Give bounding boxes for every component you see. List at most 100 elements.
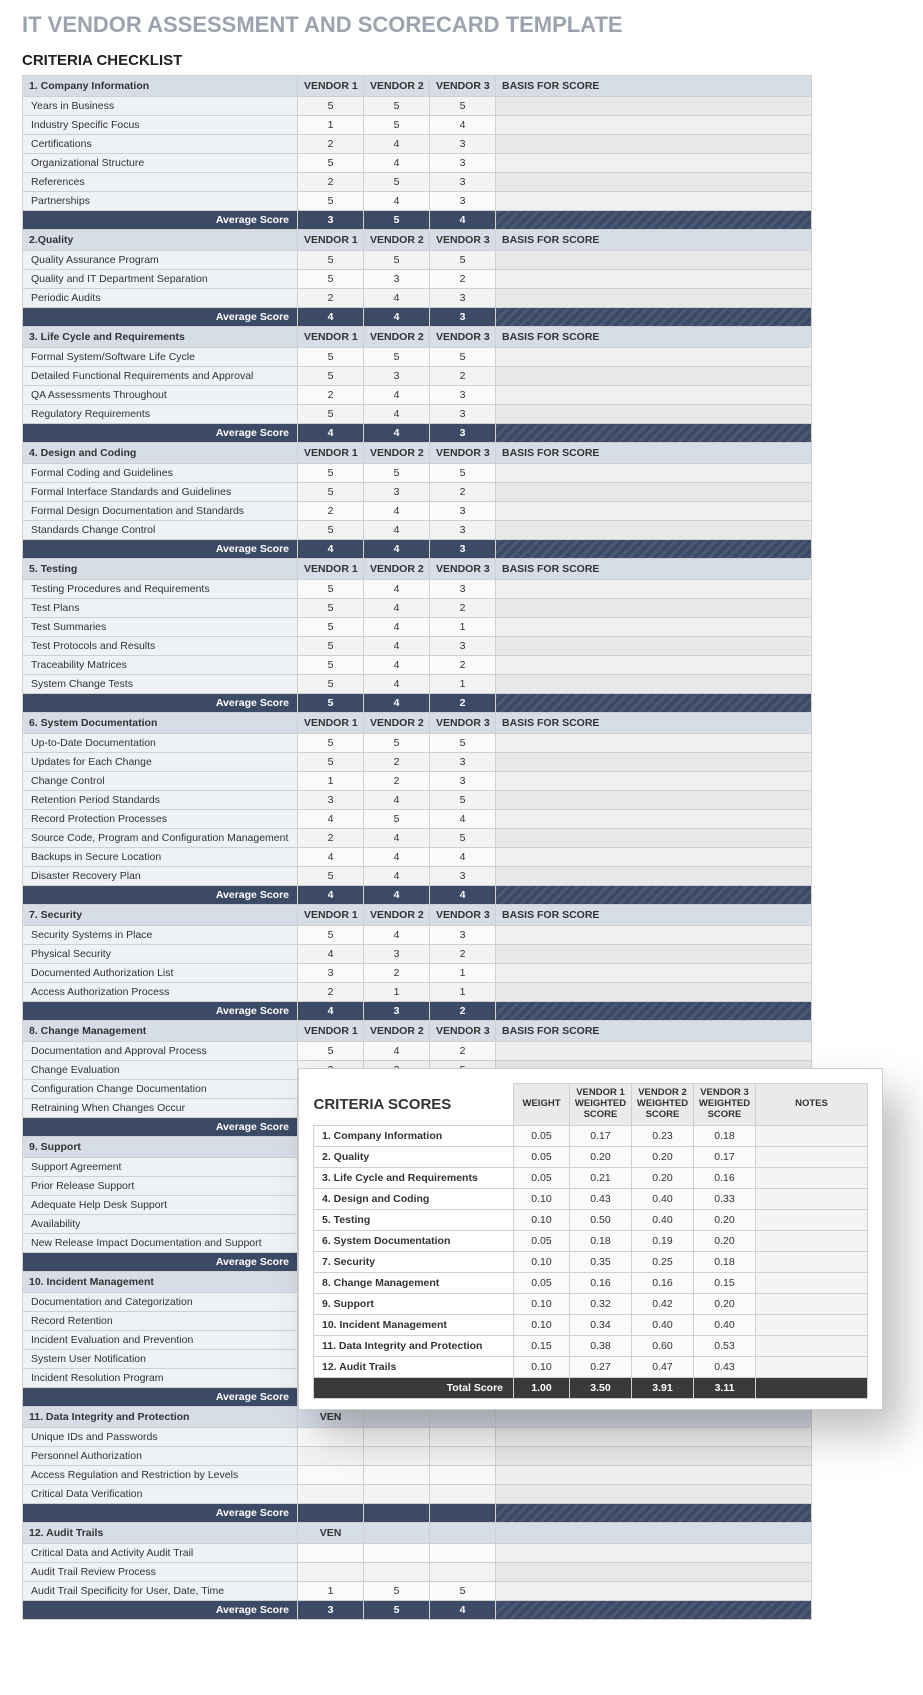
score-v3: 3 — [430, 192, 496, 211]
criteria-row: Traceability Matrices542 — [23, 656, 812, 675]
col-vendor2: VENDOR 2 — [364, 230, 430, 251]
col-vendor3: VENDOR 3 — [430, 443, 496, 464]
score-weight: 0.10 — [514, 1209, 570, 1230]
avg-v1: 4 — [298, 540, 364, 559]
score-v2: 4 — [364, 386, 430, 405]
criteria-label: Quality Assurance Program — [23, 251, 298, 270]
avg-v2: 5 — [364, 211, 430, 230]
basis-cell — [496, 753, 812, 772]
score-v2: 4 — [364, 521, 430, 540]
score-v2: 4 — [364, 502, 430, 521]
score-v2: 0.19 — [632, 1230, 694, 1251]
score-v3: 3 — [430, 173, 496, 192]
score-label: 9. Support — [314, 1293, 514, 1314]
col-weight: WEIGHT — [514, 1084, 570, 1126]
avg-v3: 2 — [430, 694, 496, 713]
avg-v3: 4 — [430, 211, 496, 230]
col-basis — [496, 1523, 812, 1544]
score-v2: 0.20 — [632, 1167, 694, 1188]
criteria-row: Partnerships543 — [23, 192, 812, 211]
score-notes — [756, 1314, 868, 1335]
section-header: 2.QualityVENDOR 1VENDOR 2VENDOR 3BASIS F… — [23, 230, 812, 251]
score-v1: 5 — [298, 405, 364, 424]
score-row: 3. Life Cycle and Requirements0.050.210.… — [314, 1167, 868, 1188]
criteria-row: Audit Trail Specificity for User, Date, … — [23, 1582, 812, 1601]
criteria-row: Test Summaries541 — [23, 618, 812, 637]
avg-v1: 4 — [298, 1002, 364, 1021]
avg-v1: 5 — [298, 694, 364, 713]
basis-cell — [496, 483, 812, 502]
total-weight: 1.00 — [514, 1377, 570, 1398]
col-vendor2: VENDOR 2 — [364, 713, 430, 734]
score-notes — [756, 1125, 868, 1146]
criteria-row: Certifications243 — [23, 135, 812, 154]
criteria-row: Source Code, Program and Configuration M… — [23, 829, 812, 848]
criteria-label: Change Evaluation — [23, 1061, 298, 1080]
avg-basis — [496, 886, 812, 905]
score-v2: 0.25 — [632, 1251, 694, 1272]
score-v2: 4 — [364, 135, 430, 154]
score-label: 5. Testing — [314, 1209, 514, 1230]
score-v2: 5 — [364, 810, 430, 829]
score-v2: 5 — [364, 116, 430, 135]
score-v3: 5 — [430, 464, 496, 483]
avg-label: Average Score — [23, 886, 298, 905]
criteria-label: Critical Data and Activity Audit Trail — [23, 1544, 298, 1563]
score-v1: 5 — [298, 580, 364, 599]
basis-cell — [496, 791, 812, 810]
criteria-label: Audit Trail Specificity for User, Date, … — [23, 1582, 298, 1601]
total-row: Total Score1.003.503.913.11 — [314, 1377, 868, 1398]
avg-label: Average Score — [23, 1388, 298, 1407]
score-v2: 4 — [364, 848, 430, 867]
score-v2: 5 — [364, 1582, 430, 1601]
basis-cell — [496, 772, 812, 791]
col-vendor3: VENDOR 3 — [430, 76, 496, 97]
criteria-label: Industry Specific Focus — [23, 116, 298, 135]
total-v3: 3.11 — [694, 1377, 756, 1398]
score-v3: 3 — [430, 772, 496, 791]
col-vendor1: VENDOR 1 — [298, 713, 364, 734]
score-v3: 5 — [430, 251, 496, 270]
average-row: Average Score354 — [23, 211, 812, 230]
score-v1: 4 — [298, 848, 364, 867]
col-v1: VENDOR 1 WEIGHTED SCORE — [570, 1084, 632, 1126]
score-v3: 0.18 — [694, 1251, 756, 1272]
score-weight: 0.10 — [514, 1356, 570, 1377]
section-header: 5. TestingVENDOR 1VENDOR 2VENDOR 3BASIS … — [23, 559, 812, 580]
basis-cell — [496, 599, 812, 618]
section-header: 3. Life Cycle and RequirementsVENDOR 1VE… — [23, 327, 812, 348]
score-notes — [756, 1230, 868, 1251]
score-row: 11. Data Integrity and Protection0.150.3… — [314, 1335, 868, 1356]
score-row: 9. Support0.100.320.420.20 — [314, 1293, 868, 1314]
col-vendor3: VENDOR 3 — [430, 713, 496, 734]
score-v2: 4 — [364, 599, 430, 618]
criteria-label: Personnel Authorization — [23, 1447, 298, 1466]
score-v2: 4 — [364, 1042, 430, 1061]
criteria-row: Physical Security432 — [23, 945, 812, 964]
criteria-label: Quality and IT Department Separation — [23, 270, 298, 289]
section-header: 1. Company InformationVENDOR 1VENDOR 2VE… — [23, 76, 812, 97]
col-vendor1: VENDOR 1 — [298, 905, 364, 926]
criteria-row: Documented Authorization List321 — [23, 964, 812, 983]
scores-table: CRITERIA SCORES WEIGHT VENDOR 1 WEIGHTED… — [313, 1083, 868, 1399]
criteria-label: Test Summaries — [23, 618, 298, 637]
criteria-label: System User Notification — [23, 1350, 298, 1369]
score-v1: 5 — [298, 656, 364, 675]
score-v1 — [298, 1428, 364, 1447]
score-v3: 5 — [430, 1582, 496, 1601]
score-v3: 4 — [430, 848, 496, 867]
criteria-label: Certifications — [23, 135, 298, 154]
score-v2: 4 — [364, 829, 430, 848]
score-label: 1. Company Information — [314, 1125, 514, 1146]
criteria-label: System Change Tests — [23, 675, 298, 694]
criteria-label: Documentation and Categorization — [23, 1293, 298, 1312]
score-v2: 0.47 — [632, 1356, 694, 1377]
criteria-row: Years in Business555 — [23, 97, 812, 116]
score-v1: 2 — [298, 135, 364, 154]
criteria-label: QA Assessments Throughout — [23, 386, 298, 405]
score-v1: 5 — [298, 926, 364, 945]
col-vendor1: VEN — [298, 1523, 364, 1544]
score-v2: 4 — [364, 580, 430, 599]
score-v1: 5 — [298, 637, 364, 656]
basis-cell — [496, 1428, 812, 1447]
